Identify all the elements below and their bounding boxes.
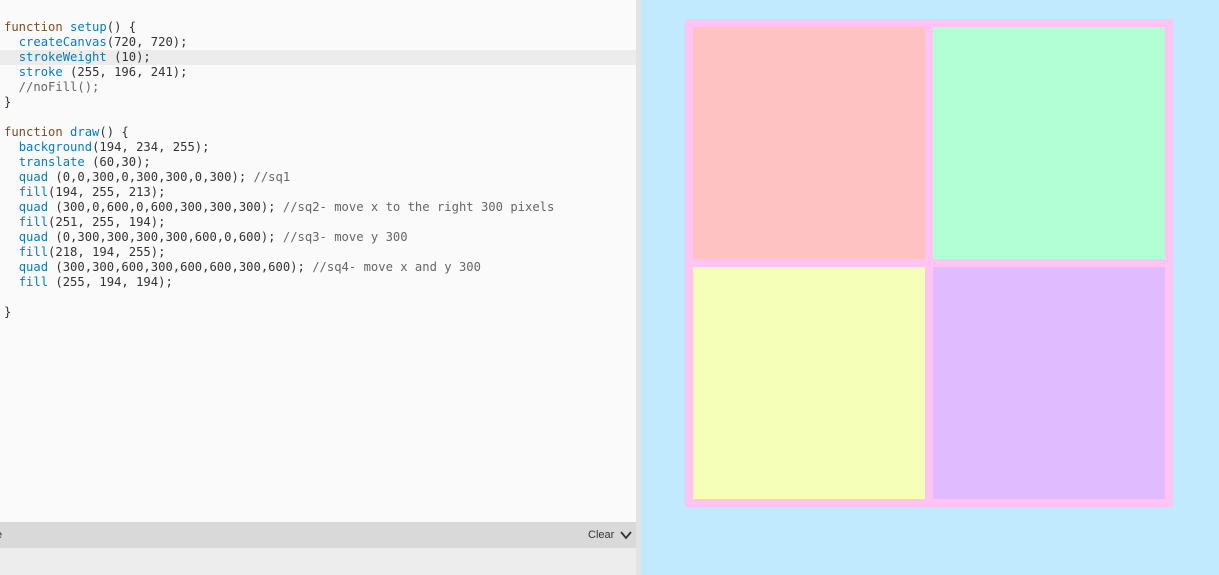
code-token: fill [18, 275, 49, 289]
code-line[interactable]: background(194, 234, 255); [0, 140, 636, 155]
code-token: (255, 194, 194); [48, 275, 173, 289]
code-line[interactable]: quad (0,300,300,300,300,600,0,600); //sq… [0, 230, 636, 245]
code-token: background [18, 140, 93, 154]
code-line[interactable]: } [0, 95, 636, 110]
code-token: translate [18, 155, 85, 169]
code-token: (218, 194, 255); [48, 245, 166, 259]
sketch-canvas [685, 19, 1173, 507]
code-token: function [4, 20, 63, 34]
code-line[interactable]: createCanvas(720, 720); [0, 35, 636, 50]
code-token: () { [106, 20, 137, 34]
sketch-preview [641, 0, 1219, 575]
code-token: fill [18, 185, 49, 199]
code-token: quad [18, 170, 49, 184]
code-token: (194, 234, 255); [92, 140, 210, 154]
code-token: //sq4- move x and y 300 [312, 260, 481, 274]
code-token: () { [99, 125, 129, 139]
code-line[interactable]: quad (0,0,300,0,300,300,0,300); //sq1 [0, 170, 636, 185]
code-token: draw [70, 125, 100, 139]
code-token: //noFill(); [4, 80, 100, 94]
code-line[interactable]: function setup() { [0, 20, 636, 35]
code-token: (720, 720); [106, 35, 188, 49]
clear-console-button[interactable]: Clear [588, 529, 614, 541]
code-token: (300,0,600,0,600,300,300,300); [48, 200, 283, 214]
code-line[interactable]: stroke (255, 196, 241); [0, 65, 636, 80]
code-token: //sq2- move x to the right 300 pixels [282, 200, 555, 214]
code-token: //sq3- move y 300 [282, 230, 408, 244]
code-line[interactable]: fill (255, 194, 194); [0, 275, 636, 290]
code-token: stroke [18, 65, 63, 79]
code-token: (60,30); [84, 155, 151, 169]
square-3 [693, 267, 925, 499]
code-token: (300,300,600,300,600,600,300,600); [48, 260, 313, 274]
code-line[interactable]: //noFill(); [0, 80, 636, 95]
console-label: e [0, 529, 2, 541]
code-token: quad [18, 230, 49, 244]
code-token: setup [70, 20, 107, 34]
console-output [0, 548, 636, 575]
square-1 [693, 27, 925, 259]
code-line[interactable]: translate (60,30); [0, 155, 636, 170]
code-token: createCanvas [18, 35, 107, 49]
square-2 [933, 27, 1165, 259]
code-token: } [4, 95, 12, 109]
code-token: } [4, 305, 12, 319]
code-line[interactable]: fill(194, 255, 213); [0, 185, 636, 200]
code-token: (194, 255, 213); [48, 185, 166, 199]
code-line[interactable]: quad (300,0,600,0,600,300,300,300); //sq… [0, 200, 636, 215]
code-line[interactable]: fill(218, 194, 255); [0, 245, 636, 260]
code-token: (255, 196, 241); [62, 65, 188, 79]
code-token: fill [18, 245, 49, 259]
code-token: fill [18, 215, 49, 229]
code-line[interactable]: fill(251, 255, 194); [0, 215, 636, 230]
square-4 [933, 267, 1165, 499]
code-token: function [4, 125, 63, 139]
code-line[interactable]: strokeWeight (10); [0, 50, 636, 65]
code-token: quad [18, 260, 49, 274]
code-token: quad [18, 200, 49, 214]
code-line[interactable] [0, 290, 636, 305]
code-token: (251, 255, 194); [48, 215, 166, 229]
code-editor[interactable]: function setup() { createCanvas(720, 720… [0, 0, 636, 522]
code-token: (0,0,300,0,300,300,0,300); [48, 170, 254, 184]
code-line[interactable]: } [0, 305, 636, 320]
code-token: strokeWeight [18, 50, 107, 64]
code-token: (10); [106, 50, 151, 64]
chevron-down-icon[interactable] [619, 529, 633, 541]
code-line[interactable]: quad (300,300,600,300,600,600,300,600); … [0, 260, 636, 275]
code-line[interactable]: function draw() { [0, 125, 636, 140]
code-line[interactable] [0, 110, 636, 125]
code-token: (0,300,300,300,300,600,0,600); [48, 230, 283, 244]
console-header: e Clear [0, 522, 636, 548]
code-token: //sq1 [253, 170, 291, 184]
